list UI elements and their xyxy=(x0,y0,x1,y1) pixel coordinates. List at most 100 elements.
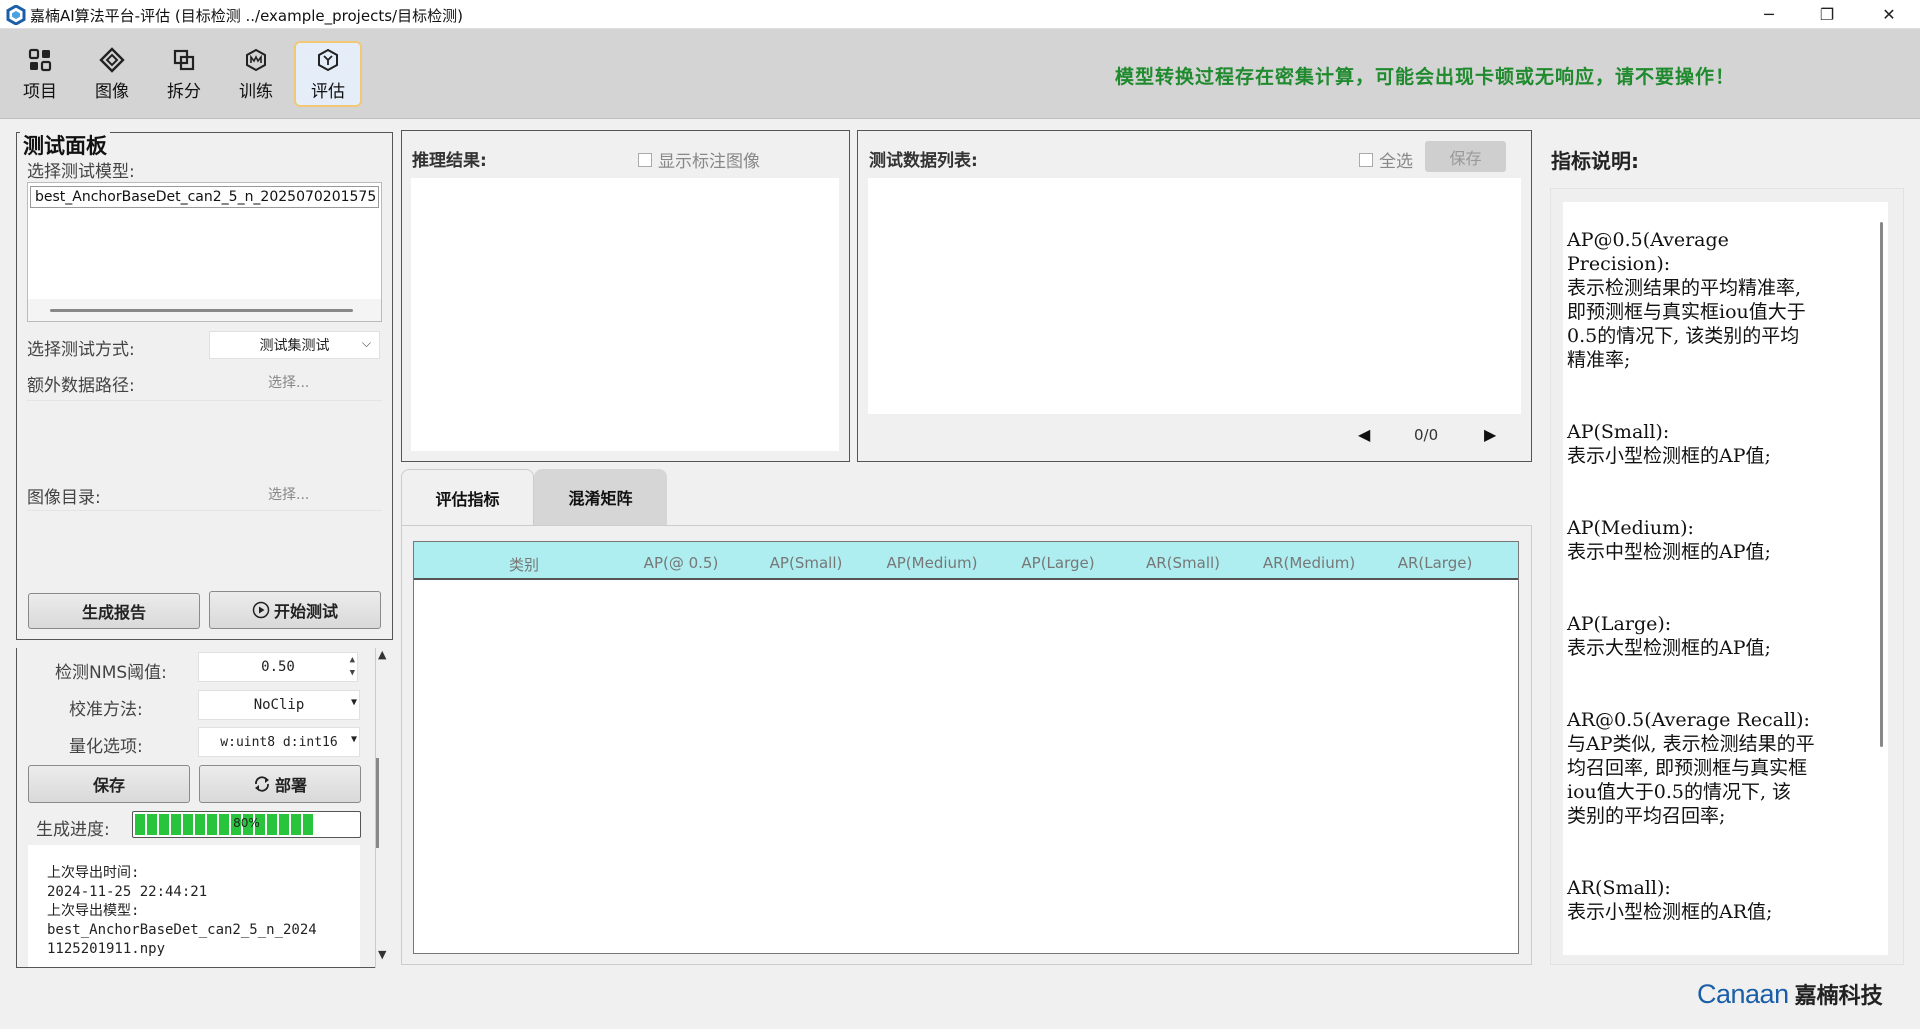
inference-image-area xyxy=(411,178,839,451)
prev-page-icon[interactable]: ◀ xyxy=(1358,425,1370,444)
log-line: 上次导出模型: xyxy=(47,903,140,919)
brand-chinese: 嘉楠科技 xyxy=(1794,984,1883,1009)
metric-desc-line: AP@0.5(Average xyxy=(1567,229,1729,251)
toolbar-train-label: 训练 xyxy=(239,81,273,102)
grid-icon xyxy=(27,47,53,73)
window-title: 嘉楠AI算法平台-评估 (目标检测 ../example_projects/目标… xyxy=(30,7,463,25)
deploy-vscrollbar[interactable]: ▲ ▼ xyxy=(375,648,393,968)
tab-metrics[interactable]: 评估指标 xyxy=(401,469,534,525)
metric-desc-line: AP(Large): xyxy=(1567,613,1672,635)
checkbox-box[interactable] xyxy=(638,152,652,167)
brand-logo: Canaan 嘉楠科技 xyxy=(1697,978,1883,1010)
deploy-label: 部署 xyxy=(274,776,307,795)
next-page-icon[interactable]: ▶ xyxy=(1484,425,1496,444)
metrics-table-header: 类别 AP(@ 0.5) AP(Small) AP(Medium) AP(Lar… xyxy=(414,542,1518,580)
model-list-item[interactable]: best_AnchorBaseDet_can2_5_n_202507020157… xyxy=(30,186,379,208)
spin-arrows-icon[interactable]: ▲ ▼ xyxy=(350,654,355,680)
minimize-button[interactable]: ─ xyxy=(1740,0,1798,29)
test-method-value: 测试集测试 xyxy=(259,338,330,354)
toolbar-train-button[interactable]: 训练 xyxy=(222,41,290,107)
metric-desc-vscrollbar[interactable] xyxy=(1874,202,1888,955)
deploy-button[interactable]: 部署 xyxy=(199,765,361,803)
model-select-label: 选择测试模型: xyxy=(27,162,135,182)
save-config-button[interactable]: 保存 xyxy=(28,765,190,803)
quantization-label: 量化选项: xyxy=(69,737,143,757)
toolbar-image-button[interactable]: 图像 xyxy=(78,41,146,107)
metric-desc-line: AP(Small): xyxy=(1567,421,1670,443)
toolbar-evaluate-label: 评估 xyxy=(311,81,345,102)
metric-desc-line: 表示中型检测框的AP值; xyxy=(1567,541,1771,563)
image-dir-label: 图像目录: xyxy=(27,488,101,508)
tab-confusion-matrix[interactable]: 混淆矩阵 xyxy=(534,469,667,525)
metric-desc-line xyxy=(1567,396,1874,420)
toolbar-split-label: 拆分 xyxy=(167,81,201,102)
metric-desc-line: 表示检测结果的平均精准率, xyxy=(1567,277,1802,299)
image-dir-choose[interactable]: 选择... xyxy=(268,484,309,504)
metrics-table xyxy=(413,541,1519,954)
calibration-label: 校准方法: xyxy=(69,700,143,720)
test-method-select[interactable]: 测试集测试 ⌵ xyxy=(209,331,380,359)
quantization-select[interactable]: w:uint8 d:int16 ▼ xyxy=(198,727,360,757)
export-log-text: 上次导出时间: 2024-11-25 22:44:21 上次导出模型: best… xyxy=(28,845,360,959)
brand-latin: Canaan xyxy=(1697,978,1789,1009)
toolbar-split-button[interactable]: 拆分 xyxy=(150,41,218,107)
app-logo-icon xyxy=(6,4,26,26)
metric-desc-title: 指标说明: xyxy=(1551,149,1639,173)
metric-desc-line: 与AP类似, 表示检测结果的平 xyxy=(1567,733,1815,755)
title-bar: 嘉楠AI算法平台-评估 (目标检测 ../example_projects/目标… xyxy=(0,0,1920,29)
col-header-ap50[interactable]: AP(@ 0.5) xyxy=(644,554,719,572)
image-icon xyxy=(99,46,125,73)
metric-desc-line: 即预测框与真实框iou值大于 xyxy=(1567,301,1806,323)
warning-message: 模型转换过程存在密集计算，可能会出现卡顿或无响应，请不要操作！ xyxy=(1115,66,1736,88)
toolbar-project-label: 项目 xyxy=(23,81,57,102)
vscroll-thumb[interactable] xyxy=(376,758,379,848)
col-header-ap-small[interactable]: AP(Small) xyxy=(770,554,843,572)
show-annotation-checkbox[interactable]: 显示标注图像 xyxy=(638,147,760,172)
vscroll-thumb[interactable] xyxy=(1880,222,1883,747)
evaluate-icon xyxy=(315,47,341,73)
col-header-ar-large[interactable]: AR(Large) xyxy=(1398,554,1473,572)
close-button[interactable]: ✕ xyxy=(1860,0,1918,29)
toolbar-evaluate-button[interactable]: 评估 xyxy=(294,41,362,107)
test-panel-title: 测试面板 xyxy=(20,130,110,160)
checkbox-box[interactable] xyxy=(1359,152,1373,167)
col-header-ap-large[interactable]: AP(Large) xyxy=(1021,554,1094,572)
col-header-category[interactable]: 类别 xyxy=(509,554,539,575)
metric-desc-line xyxy=(1567,588,1874,612)
select-all-label: 全选 xyxy=(1379,152,1413,172)
col-header-ar-small[interactable]: AR(Small) xyxy=(1146,554,1220,572)
hscroll-thumb[interactable] xyxy=(50,309,353,312)
extra-path-choose[interactable]: 选择... xyxy=(268,372,309,392)
metric-desc-line: AP(Medium): xyxy=(1567,517,1694,539)
col-header-ap-medium[interactable]: AP(Medium) xyxy=(887,554,978,572)
metric-desc-line: 表示大型检测框的AP值; xyxy=(1567,637,1771,659)
scroll-up-icon[interactable]: ▲ xyxy=(378,648,386,661)
calibration-select[interactable]: NoClip ▼ xyxy=(198,690,360,720)
metric-desc-line: AR(Small): xyxy=(1567,877,1671,899)
log-line: 2024-11-25 22:44:21 xyxy=(47,884,208,900)
play-circle-icon xyxy=(252,601,270,619)
metric-desc-line: 表示小型检测框的AR值; xyxy=(1567,901,1773,923)
metric-desc-line xyxy=(1567,684,1874,708)
toolbar-project-button[interactable]: 项目 xyxy=(6,41,74,107)
test-data-list[interactable] xyxy=(868,178,1521,414)
start-test-button[interactable]: 开始测试 xyxy=(209,591,381,629)
select-all-checkbox[interactable]: 全选 xyxy=(1359,147,1413,172)
metric-desc-line: AR@0.5(Average Recall): xyxy=(1567,709,1810,731)
generation-progress-bar: 80% xyxy=(132,811,361,838)
col-header-ar-medium[interactable]: AR(Medium) xyxy=(1263,554,1355,572)
log-line: 1125201911.npy xyxy=(47,941,166,957)
restore-button[interactable]: ❐ xyxy=(1798,0,1856,29)
log-line: best_AnchorBaseDet_can2_5_n_2024 xyxy=(47,922,317,938)
model-list[interactable]: best_AnchorBaseDet_can2_5_n_202507020157… xyxy=(27,182,382,322)
nms-threshold-spinbox[interactable]: 0.50 ▲ ▼ xyxy=(198,652,358,682)
metric-desc-line: 均召回率, 即预测框与真实框 xyxy=(1567,757,1808,779)
metric-desc-line: 类别的平均召回率; xyxy=(1567,805,1726,827)
generate-report-button[interactable]: 生成报告 xyxy=(28,593,200,629)
scroll-down-icon[interactable]: ▼ xyxy=(378,948,386,961)
log-line: 上次导出时间: xyxy=(47,865,140,881)
model-list-hscrollbar[interactable] xyxy=(28,299,381,321)
split-icon xyxy=(171,47,197,73)
test-data-save-button[interactable]: 保存 xyxy=(1425,141,1506,172)
metric-desc-line: 0.5的情况下, 该类别的平均 xyxy=(1567,325,1800,347)
